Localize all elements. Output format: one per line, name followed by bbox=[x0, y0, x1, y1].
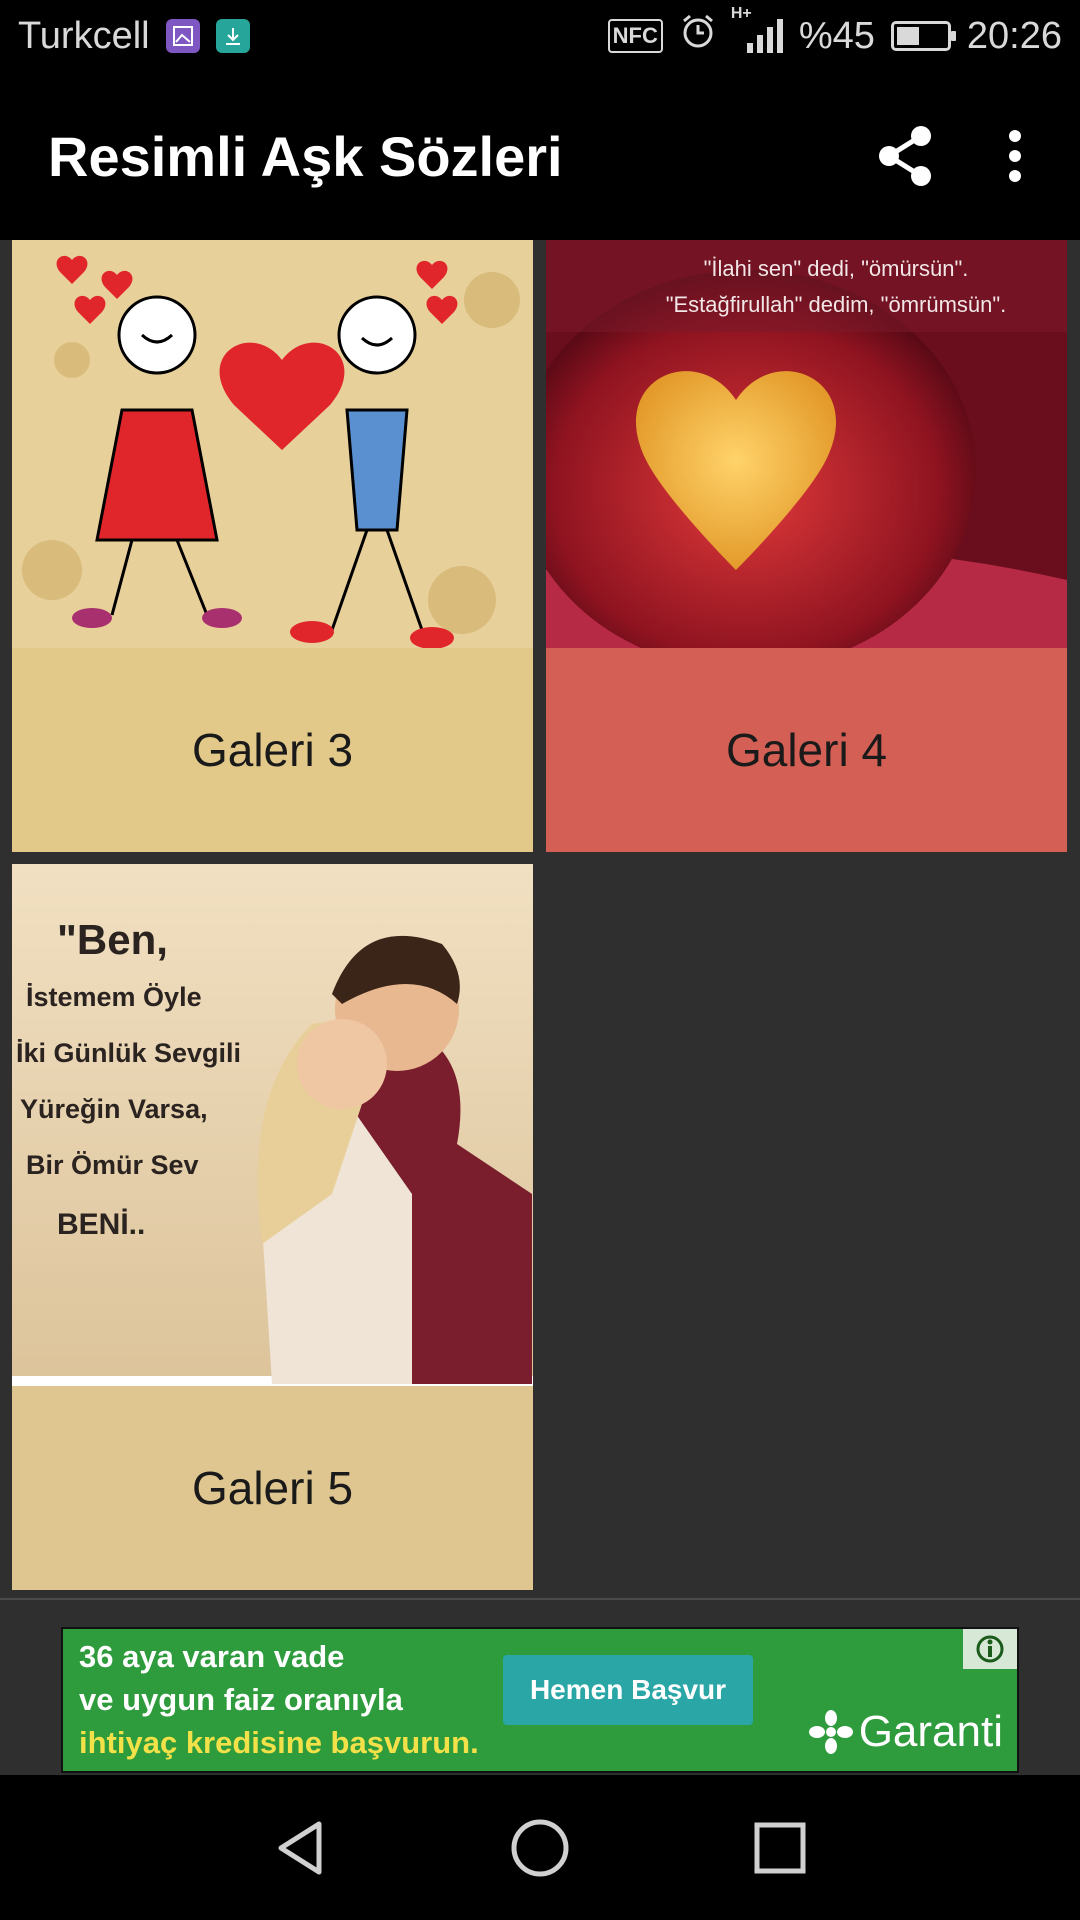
app-title: Resimli Aşk Sözleri bbox=[48, 124, 563, 188]
gallery-5-label-text: Galeri 5 bbox=[191, 1462, 354, 1514]
alarm-icon bbox=[679, 12, 717, 60]
home-icon bbox=[511, 1819, 569, 1876]
ad-divider bbox=[0, 1598, 1080, 1600]
gallery-5-caption-line-4: Yüreğin Varsa, bbox=[20, 1094, 208, 1124]
gallery-5-caption-line-5: Bir Ömür Sev bbox=[26, 1150, 199, 1180]
gallery-5-caption-line-2: İstemem Öyle bbox=[26, 982, 202, 1012]
download-icon bbox=[215, 19, 250, 53]
gallery-4-caption-line-1: "İlahi sen" dedi, "ömürsün". bbox=[704, 256, 969, 281]
garanti-logo-icon bbox=[808, 1710, 853, 1754]
recents-icon bbox=[754, 1822, 806, 1873]
ad-line-1: 36 aya varan vade bbox=[79, 1639, 345, 1674]
gallery-3-image bbox=[12, 240, 533, 649]
gallery-5-caption-line-3: İki Günlük Sevgili bbox=[16, 1038, 241, 1068]
gallery-4-caption-line-2: "Estağfirullah" dedim, "ömrümsün". bbox=[666, 292, 1007, 317]
battery-level-fill bbox=[896, 27, 919, 45]
gallery-3-label: Galeri 3 bbox=[12, 648, 533, 852]
gallery-icon bbox=[165, 19, 200, 53]
carrier-name: Turkcell bbox=[18, 14, 150, 57]
app-bar: Resimli Aşk Sözleri bbox=[0, 72, 1080, 240]
status-bar: Turkcell NFC H+ %45 20:26 bbox=[0, 0, 1080, 72]
ad-line-2: ve uygun faiz oranıyla bbox=[79, 1682, 403, 1717]
share-icon bbox=[879, 126, 931, 186]
ad-banner[interactable]: 36 aya varan vade ve uygun faiz oranıyla… bbox=[61, 1627, 1019, 1773]
battery-percent: %45 bbox=[798, 14, 875, 57]
info-icon[interactable] bbox=[963, 1629, 1017, 1669]
overflow-menu-button[interactable] bbox=[960, 101, 1070, 211]
clock: 20:26 bbox=[966, 14, 1062, 57]
more-vert-icon bbox=[1009, 130, 1021, 182]
ad-brand: Garanti bbox=[808, 1707, 1003, 1757]
gallery-4-label-text: Galeri 4 bbox=[725, 724, 888, 776]
back-icon bbox=[278, 1821, 322, 1874]
nfc-icon: NFC bbox=[607, 19, 663, 53]
gallery-card-3[interactable]: Galeri 3 bbox=[12, 240, 533, 852]
gallery-4-image: "İlahi sen" dedi, "ömürsün". "Estağfirul… bbox=[516, 240, 1067, 670]
ad-cta-button[interactable]: Hemen Başvur bbox=[503, 1655, 753, 1725]
gallery-3-label-text: Galeri 3 bbox=[191, 724, 354, 776]
ad-brand-name: Garanti bbox=[858, 1707, 1003, 1756]
gallery-5-caption-line-6: BENİ.. bbox=[57, 1208, 145, 1241]
navigation-bar bbox=[0, 1775, 1080, 1920]
gallery-5-image: "Ben, İstemem Öyle İki Günlük Sevgili Yü… bbox=[12, 864, 533, 1386]
gallery-5-caption-line-1: "Ben, bbox=[57, 916, 168, 963]
ad-line-3: ihtiyaç kredisine başvurun. bbox=[79, 1725, 479, 1760]
gallery-card-5[interactable]: "Ben, İstemem Öyle İki Günlük Sevgili Yü… bbox=[12, 864, 533, 1590]
gallery-card-4[interactable]: "İlahi sen" dedi, "ömürsün". "Estağfirul… bbox=[516, 240, 1067, 852]
recents-button[interactable] bbox=[725, 1793, 835, 1903]
back-button[interactable] bbox=[245, 1793, 355, 1903]
network-type: H+ bbox=[730, 5, 752, 22]
share-button[interactable] bbox=[850, 101, 960, 211]
signal-icon: H+ bbox=[731, 5, 783, 53]
gallery-4-label: Galeri 4 bbox=[546, 648, 1067, 852]
home-button[interactable] bbox=[485, 1793, 595, 1903]
gallery-5-label: Galeri 5 bbox=[12, 1386, 533, 1590]
battery-icon bbox=[890, 21, 956, 51]
